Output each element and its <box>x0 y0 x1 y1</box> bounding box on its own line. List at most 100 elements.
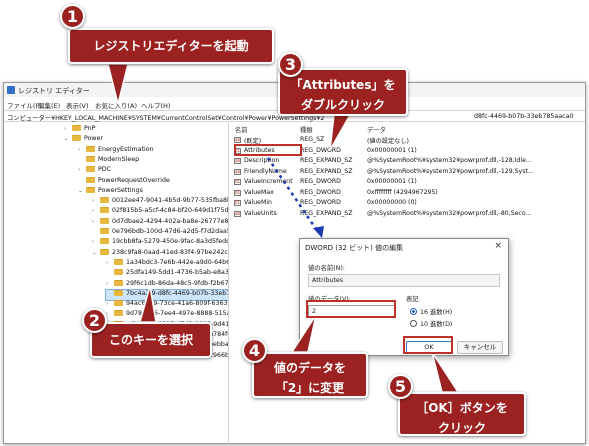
dialog-title: DWORD (32 ビット) 値の編集 <box>305 244 404 252</box>
dword-value-icon: 01 <box>234 200 241 206</box>
tree-key[interactable]: › 29f6c1db-86da-48c5-9fdb-f2b67b1f44da <box>106 279 228 290</box>
radio-dec-indicator[interactable] <box>410 320 417 327</box>
callout-2: このキーを選択 <box>90 322 212 358</box>
menu-view[interactable]: 表示(V) <box>66 100 89 110</box>
value-type: REG_SZ <box>300 136 325 143</box>
expanded-chevron-icon[interactable]: ⌄ <box>78 188 86 194</box>
value-type: REG_DWORD <box>300 178 341 185</box>
folder-icon <box>100 197 109 204</box>
tree-key-label: 7bc4a2f9-d8fc-4469-b07b-33eb785aaca0 <box>126 289 228 297</box>
tree-key[interactable]: 25dfa149-5dd1-4736-b5ab-e8a37b5b8187 <box>106 269 228 279</box>
menu-edit[interactable]: 編集(E) <box>38 100 60 110</box>
collapsed-chevron-icon[interactable]: › <box>106 281 114 287</box>
folder-icon <box>86 155 95 162</box>
tree-key-label: 9d7815a6-7ee4-497e-8888-515a05f02364 <box>126 310 228 318</box>
tree-key[interactable]: › 19cbb8fa-5279-450e-9fac-8a3d5fedd0c1 <box>92 238 228 248</box>
tree-key-label: 0e796bdb-100d-47d6-a2d5-f7d2daa51f51 <box>112 228 228 235</box>
collapsed-chevron-icon[interactable]: › <box>92 219 100 225</box>
tree-key[interactable]: PowerRequestOverride <box>78 176 228 187</box>
collapsed-chevron-icon[interactable]: › <box>106 260 114 266</box>
value-type: REG_DWORD <box>300 146 341 154</box>
collapsed-chevron-icon[interactable]: › <box>64 126 72 132</box>
address-path-tail: d8fc-4469-b07b-33eb785aaca0 <box>474 113 574 120</box>
callout-5-badge: 5 <box>388 374 413 399</box>
folder-icon <box>114 310 123 317</box>
tree-key[interactable]: › PnP <box>64 125 228 135</box>
tree-key[interactable]: › 0012ee47-9041-4b5d-9b77-535fba8b1442 <box>92 197 228 207</box>
value-row[interactable]: ab ValueUnits REG_EXPAND_SZ @%SystemRoot%¥s… <box>230 209 587 219</box>
radio-dec[interactable]: 10 進数(D) <box>410 319 452 328</box>
value-name-field: Attributes <box>308 274 500 287</box>
folder-icon <box>100 228 109 234</box>
column-header-data[interactable]: データ <box>367 125 386 134</box>
value-type: REG_EXPAND_SZ <box>300 167 353 175</box>
tree-key[interactable]: › EnergyEstimation <box>78 145 228 156</box>
collapsed-chevron-icon[interactable]: › <box>92 208 100 214</box>
tree-key-label: PDC <box>98 166 112 174</box>
callout-4-line1: 値のデータを <box>273 361 346 375</box>
tree-key-selected[interactable]: 7bc4a2f9-d8fc-4469-b07b-33eb785aaca0 <box>105 288 228 301</box>
tree-key[interactable]: 0e796bdb-100d-47d6-a2d5-f7d2daa51f51 <box>92 228 228 238</box>
tree-key[interactable]: ⌄ 238c9fa8-0aad-41ed-83f4-97be242c8f20 <box>92 248 228 259</box>
value-data: @%SystemRoot%¥system32¥powrprof.dll,-129… <box>367 167 534 175</box>
folder-icon <box>86 176 95 183</box>
tree-key[interactable]: ⌄ PowerSettings <box>78 186 228 197</box>
collapsed-chevron-icon[interactable]: › <box>78 147 86 153</box>
value-type: REG_EXPAND_SZ <box>300 157 353 164</box>
string-value-icon: ab <box>234 210 241 217</box>
tree-key-label: 0012ee47-9041-4b5d-9b77-535fba8b1442 <box>112 197 228 205</box>
tree-key-label: 238c9fa8-0aad-41ed-83f4-97be242c8f20 <box>112 248 228 256</box>
tree-key-label: EnergyEstimation <box>98 145 154 153</box>
value-row[interactable]: ab Description REG_EXPAND_SZ @%SystemRoot%¥… <box>230 156 587 166</box>
tree-key[interactable]: › PDC <box>78 166 228 176</box>
radio-hex-indicator[interactable] <box>410 308 417 315</box>
tree-key[interactable]: ⌄ Power <box>64 135 228 145</box>
callout-5-line1: ［OK］ボタンを <box>416 401 508 415</box>
tree-key[interactable]: › 0d7dbae2-4294-402a-ba8e-26777e8488cd <box>92 217 228 228</box>
collapsed-chevron-icon[interactable]: › <box>106 311 114 317</box>
tree-key[interactable]: ModernSleep <box>78 155 228 166</box>
collapsed-chevron-icon[interactable]: › <box>78 167 86 173</box>
value-row[interactable]: 01 ValueMin REG_DWORD 0x00000000 (0) <box>230 198 587 208</box>
radio-dec-label: 10 進数(D) <box>420 321 453 328</box>
radio-hex[interactable]: 16 進数(H) <box>410 307 452 316</box>
folder-icon <box>100 248 109 255</box>
value-row[interactable]: 01 ValueMax REG_DWORD 0xffffffff (429496729… <box>230 188 587 198</box>
value-data: 0xffffffff (4294967295) <box>367 188 438 196</box>
menu-file[interactable]: ファイル(F) <box>7 100 42 110</box>
tree-key-label: ModernSleep <box>98 155 140 163</box>
base-group-label: 表記 <box>406 296 419 303</box>
callout-5-line2: クリック <box>437 421 486 435</box>
tree-key[interactable]: › 94ac6d29-73ce-41a6-809f-6363ba21b47e <box>106 300 228 310</box>
key-tree-pane: › PnP ⌄ Power › EnergyEstimation ModernSleep › P… <box>4 123 229 445</box>
menu-favorites[interactable]: お気に入り(A) <box>95 100 137 110</box>
value-row[interactable]: 01 ValueIncrement REG_DWORD 0x00000001 (1) <box>230 177 587 187</box>
value-row[interactable]: ab FriendlyName REG_EXPAND_SZ @%SystemRoot%… <box>230 167 587 177</box>
collapsed-chevron-icon[interactable]: › <box>92 198 100 204</box>
ok-button-highlight <box>403 336 453 354</box>
column-header-name[interactable]: 名前 <box>235 125 248 134</box>
value-data: 0x00000001 (1) <box>367 146 417 154</box>
collapsed-chevron-icon[interactable]: › <box>106 301 114 307</box>
dword-value-icon: 01 <box>234 179 241 185</box>
tree-key[interactable]: › 9d7815a6-7ee4-497e-8888-515a05f02364 <box>106 310 228 320</box>
column-header-type[interactable]: 種類 <box>300 125 313 134</box>
folder-icon <box>86 145 95 152</box>
expanded-chevron-icon[interactable]: ⌄ <box>64 136 72 142</box>
value-name: ValueUnits <box>244 209 277 217</box>
cancel-button[interactable]: キャンセル <box>457 341 503 354</box>
window-title: レジストリ エディター <box>18 87 90 95</box>
folder-icon <box>114 269 123 276</box>
value-data: @%SystemRoot%¥system32¥powrprof.dll,-80,… <box>367 209 532 217</box>
tree-key[interactable]: › 1a34bdc3-7e6b-442e-a9d0-64b6ef378e84 <box>106 258 228 269</box>
folder-icon <box>114 279 123 286</box>
tree-key-label: 1a34bdc3-7e6b-442e-a9d0-64b6ef378e84 <box>126 258 228 266</box>
menu-help[interactable]: ヘルプ(H) <box>141 100 170 110</box>
close-icon[interactable]: × <box>494 241 502 251</box>
expanded-chevron-icon[interactable]: ⌄ <box>92 250 100 256</box>
value-type: REG_DWORD <box>300 188 341 196</box>
attributes-highlight <box>234 144 302 156</box>
value-name: Description <box>244 157 280 164</box>
collapsed-chevron-icon[interactable]: › <box>92 239 100 245</box>
tree-key[interactable]: › 02f815b5-a5cf-4c84-bf20-649d1f75d3d8 <box>92 207 228 217</box>
